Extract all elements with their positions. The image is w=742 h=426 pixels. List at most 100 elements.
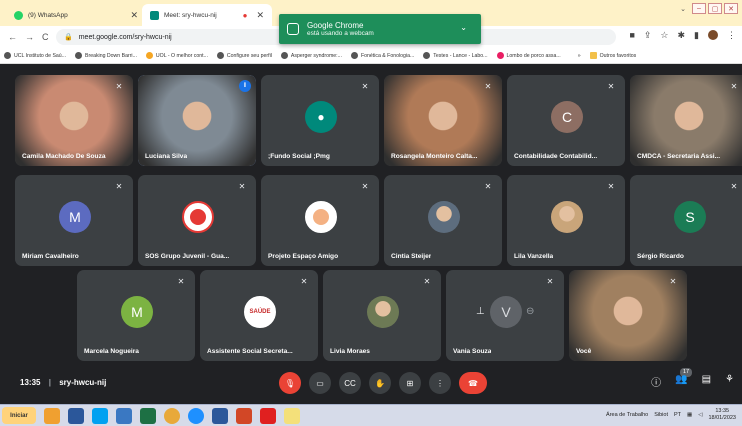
folder-icon[interactable]	[284, 407, 300, 424]
bookmark[interactable]: Configure seu perfil	[216, 52, 272, 59]
participant-tile[interactable]: V ⊥ ⊖ ✕ Vania Souza	[446, 270, 564, 361]
participant-name: Camila Machado De Souza	[22, 153, 106, 160]
network-icon[interactable]: ▦	[687, 412, 692, 418]
volume-icon[interactable]: ◁	[698, 412, 702, 418]
profile-avatar[interactable]	[708, 30, 718, 40]
pin-icon[interactable]: ⊥	[476, 306, 485, 317]
participant-tile[interactable]: ⦀ Luciana Silva	[138, 75, 256, 166]
back-icon[interactable]: ←	[8, 32, 17, 42]
bookmark-folder[interactable]: Outros favoritos	[589, 52, 636, 59]
participant-tile[interactable]: ✕ Cintia Steijer	[384, 175, 502, 266]
pdf-icon[interactable]	[260, 407, 276, 424]
activities-icon[interactable]: ⚘	[725, 374, 734, 389]
globe-icon	[350, 52, 358, 59]
mic-muted-icon: ✕	[361, 82, 369, 91]
bookmark-label: UOL - O melhor cont...	[155, 52, 208, 59]
bookmark[interactable]: Fonética & Fonologia...	[350, 52, 414, 59]
sidepanel-icon[interactable]: ▮	[694, 30, 699, 41]
info-icon[interactable]: ⓘ	[651, 374, 661, 389]
leave-call-button[interactable]: ☎	[459, 372, 487, 394]
clock-date: 18/01/2023	[708, 415, 736, 421]
onedrive-icon[interactable]	[116, 407, 132, 424]
participant-tile[interactable]: ✕ Rosangela Monteiro Calta...	[384, 75, 502, 166]
people-icon[interactable]: 👥	[675, 374, 687, 389]
meeting-controls-bar: 13:35 | sry-hwcu-nij 🎙 ▭ CC ✋ ⊞ ⋮ ☎ 17 ⓘ…	[0, 364, 742, 404]
chevron-down-icon[interactable]: ⌄	[460, 23, 467, 32]
camera-button[interactable]: ▭	[309, 372, 331, 394]
maximize-button[interactable]: ▢	[708, 3, 722, 14]
speaking-indicator-icon: ⦀	[239, 80, 251, 92]
tab-title: Meet: sry-hwcu-nij	[164, 11, 217, 19]
explorer-icon[interactable]	[44, 407, 60, 424]
share-icon[interactable]: ⇪	[644, 30, 652, 41]
start-button[interactable]: Iniciar	[2, 407, 36, 424]
extensions-icon[interactable]: ✱	[678, 30, 686, 41]
globe-icon	[280, 52, 288, 59]
participant-name: Lila Vanzella	[514, 253, 554, 260]
close-tab-icon[interactable]: ✕	[256, 10, 264, 21]
language-indicator[interactable]: PT	[674, 412, 681, 418]
participant-tile[interactable]: ✕ Lila Vanzella	[507, 175, 625, 266]
reload-icon[interactable]: C	[42, 32, 49, 42]
bookmark[interactable]: Breaking Down Barri...	[75, 52, 137, 59]
hand-icon: ✋	[375, 378, 385, 388]
bookmark[interactable]: Lombo de porco assa...	[496, 52, 561, 59]
minimize-button[interactable]: –	[692, 3, 706, 14]
participant-tile[interactable]: ✕ Projeto Espaço Amigo	[261, 175, 379, 266]
bookmark[interactable]: Testes - Lance - Labo...	[423, 52, 488, 59]
participant-tile[interactable]: ✕ Livia Moraes	[323, 270, 441, 361]
more-bookmarks[interactable]: »	[578, 53, 581, 59]
bookmark[interactable]: UCL Instituto de Saú...	[4, 52, 66, 59]
participant-tile[interactable]: M ✕ Miriam Cavalheiro	[15, 175, 133, 266]
participant-tile[interactable]: C ✕ Contabilidade Contabilid...	[507, 75, 625, 166]
raise-hand-button[interactable]: ✋	[369, 372, 391, 394]
participant-tile[interactable]: ✕ Você	[569, 270, 687, 361]
word-icon[interactable]	[212, 407, 228, 424]
participant-tile[interactable]: ✕ SOS Grupo Juvenil - Gua...	[138, 175, 256, 266]
tab-whatsapp[interactable]: (9) WhatsApp ✕	[6, 4, 146, 26]
ie-icon[interactable]	[188, 407, 204, 424]
participant-tile[interactable]: ✕ CMDCA - Secretaria Assi...	[630, 75, 742, 166]
recording-dot-icon: ●	[242, 10, 248, 20]
logo-mark-icon	[313, 209, 329, 225]
participant-tile[interactable]: ● ✕ ;Fundo Social ;Pmg	[261, 75, 379, 166]
star-icon[interactable]: ☆	[660, 30, 668, 41]
webcam-notification[interactable]: Google Chrome está usando a webcam ⌄	[279, 14, 481, 44]
participant-tile[interactable]: S ✕ Sérgio Ricardo	[630, 175, 742, 266]
window-controls: ⌄ – ▢ ✕	[676, 3, 738, 14]
chrome-icon[interactable]	[164, 407, 180, 424]
separator: |	[48, 378, 51, 387]
toolbar-icons: ■ ⇪ ☆ ✱ ▮ ⋮	[629, 30, 736, 41]
menu-icon[interactable]: ⋮	[727, 30, 736, 41]
excel-icon[interactable]	[140, 407, 156, 424]
participant-tile[interactable]: ✕ Camila Machado De Souza	[15, 75, 133, 166]
participant-avatar	[428, 201, 460, 233]
bookmark[interactable]: Asperger syndrome:...	[280, 52, 342, 59]
remove-icon[interactable]: ⊖	[526, 306, 534, 317]
url-text: meet.google.com/sry-hwcu-nij	[78, 33, 172, 41]
desktop-label[interactable]: Área de Trabalho	[606, 412, 648, 418]
forward-icon[interactable]: →	[25, 32, 34, 42]
mic-off-button[interactable]: 🎙	[279, 372, 301, 394]
participant-tile[interactable]: M ✕ Marcela Nogueira	[77, 270, 195, 361]
participant-avatar: C	[551, 101, 583, 133]
bookmark-label: UCL Instituto de Saú...	[14, 52, 66, 59]
camera-icon[interactable]: ■	[629, 30, 634, 41]
powerpoint-icon[interactable]	[236, 407, 252, 424]
chat-icon[interactable]: ▤	[702, 374, 711, 389]
captions-button[interactable]: CC	[339, 372, 361, 394]
tab-meet[interactable]: Meet: sry-hwcu-nij ● ✕	[142, 4, 272, 26]
chevron-down-icon[interactable]: ⌄	[676, 3, 690, 14]
more-options-button[interactable]: ⋮	[429, 372, 451, 394]
globe-icon	[423, 52, 431, 59]
participant-tile[interactable]: SAÚDE ✕ Assistente Social Secreta...	[200, 270, 318, 361]
clock[interactable]: 13:35 18/01/2023	[708, 408, 736, 422]
sibiot-label[interactable]: Sibiot	[654, 412, 668, 418]
mic-muted-icon: ✕	[115, 82, 123, 91]
word-app-icon[interactable]	[68, 407, 84, 424]
bookmark[interactable]: UOL - O melhor cont...	[145, 52, 208, 59]
close-tab-icon[interactable]: ✕	[130, 10, 138, 21]
skype-icon[interactable]	[92, 407, 108, 424]
close-button[interactable]: ✕	[724, 3, 738, 14]
present-button[interactable]: ⊞	[399, 372, 421, 394]
